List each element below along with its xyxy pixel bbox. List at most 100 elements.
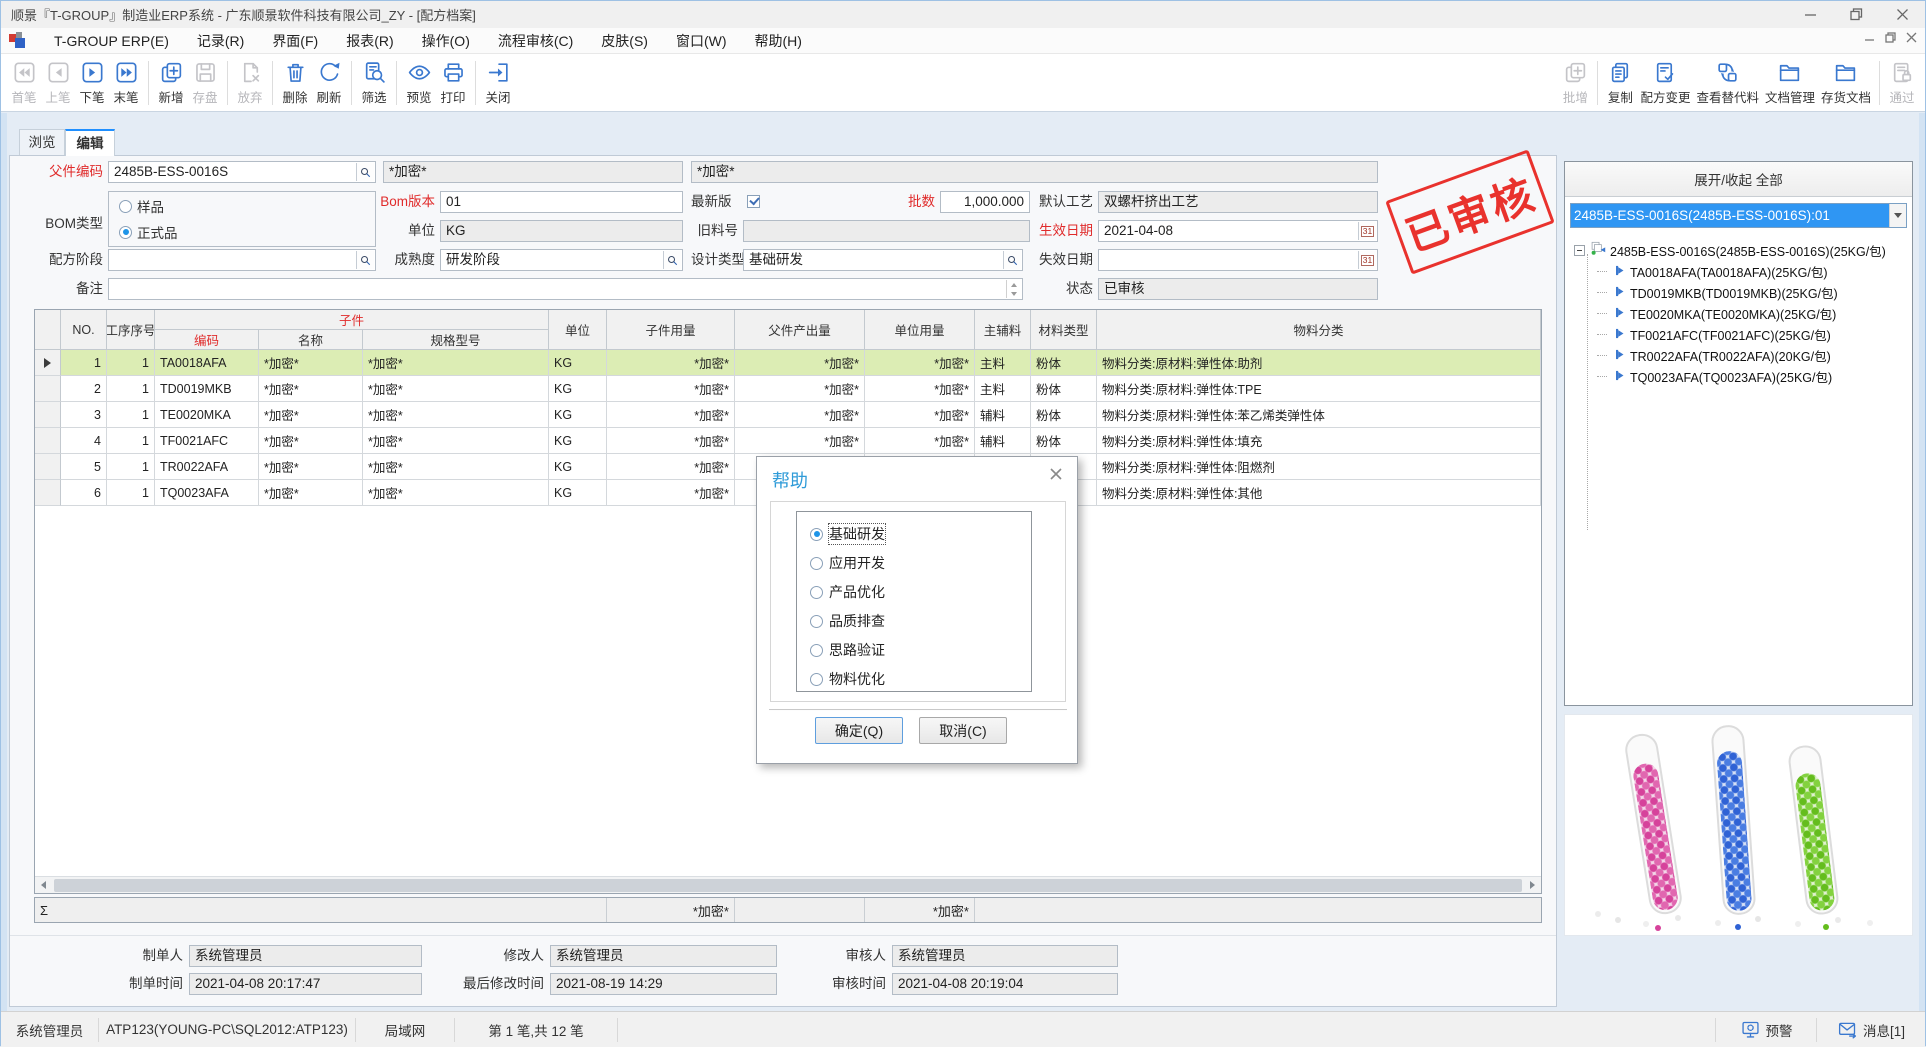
maturity-lookup-icon[interactable] [663, 251, 681, 269]
cell-spec[interactable]: *加密* [363, 376, 549, 402]
cell-step[interactable]: 1 [107, 402, 155, 428]
cell-main-aux[interactable]: 辅料 [975, 402, 1031, 428]
cell-child-qty[interactable]: *加密* [607, 454, 735, 480]
cell-no[interactable]: 4 [61, 428, 107, 454]
message-button[interactable]: 消息[1] [1817, 1012, 1925, 1047]
restore-button[interactable] [1833, 1, 1879, 28]
menu-skin[interactable]: 皮肤(S) [587, 28, 662, 54]
cell-unit[interactable]: KG [549, 376, 607, 402]
cell-name[interactable]: *加密* [259, 376, 363, 402]
cell-unit[interactable]: KG [549, 428, 607, 454]
cell-child-qty[interactable]: *加密* [607, 350, 735, 376]
cell-spec[interactable]: *加密* [363, 428, 549, 454]
cell-name[interactable]: *加密* [259, 428, 363, 454]
table-row[interactable]: 2 1 TD0019MKB *加密* *加密* KG *加密* *加密* *加密… [35, 376, 1541, 402]
tree-item[interactable]: TQ0023AFA(TQ0023AFA)(25KG/包) [1597, 367, 1832, 386]
close-button[interactable] [1879, 1, 1925, 28]
tree-item[interactable]: TF0021AFC(TF0021AFC)(25KG/包) [1597, 325, 1831, 344]
print-button[interactable]: 打印 [436, 57, 470, 108]
option-basic-rd[interactable]: 基础研发 [810, 524, 885, 544]
cell-step[interactable]: 1 [107, 480, 155, 506]
option-idea-verify[interactable]: 思路验证 [810, 640, 885, 660]
cell-no[interactable]: 1 [61, 350, 107, 376]
header-name[interactable]: 名称 [259, 330, 363, 350]
batch-field[interactable]: 1,000.000 [940, 191, 1030, 213]
bom-version-field[interactable]: 01 [440, 191, 683, 213]
menu-interface[interactable]: 界面(F) [258, 28, 332, 54]
cell-material-class[interactable]: 物料分类:原材料:弹性体:填充 [1097, 428, 1541, 454]
cell-material-class[interactable]: 物料分类:原材料:弹性体:助剂 [1097, 350, 1541, 376]
cell-spec[interactable]: *加密* [363, 454, 549, 480]
cell-name[interactable]: *加密* [259, 454, 363, 480]
header-step[interactable]: 工序序号 [107, 310, 155, 350]
header-main-aux[interactable]: 主辅料 [975, 310, 1031, 350]
cell-code[interactable]: TE0020MKA [155, 402, 259, 428]
scroll-right-icon[interactable] [1524, 877, 1541, 894]
copy-button[interactable]: 复制 [1603, 57, 1637, 108]
scrollbar-thumb[interactable] [54, 879, 1522, 892]
alert-button[interactable]: 预警 [1716, 1012, 1816, 1047]
tree-item[interactable]: TA0018AFA(TA0018AFA)(25KG/包) [1597, 262, 1828, 281]
preview-button[interactable]: 预览 [402, 57, 436, 108]
filter-button[interactable]: 筛选 [357, 57, 391, 108]
cell-material-type[interactable]: 粉体 [1031, 350, 1097, 376]
cell-spec[interactable]: *加密* [363, 402, 549, 428]
horizontal-scrollbar[interactable] [35, 876, 1541, 893]
cell-code[interactable]: TD0019MKB [155, 376, 259, 402]
header-code[interactable]: 编码 [155, 330, 259, 350]
cell-material-type[interactable]: 粉体 [1031, 402, 1097, 428]
mdi-close-icon[interactable] [1906, 32, 1917, 43]
menu-record[interactable]: 记录(R) [183, 28, 258, 54]
design-type-lookup-icon[interactable] [1003, 251, 1021, 269]
tab-browse[interactable]: 浏览 [19, 129, 65, 156]
scroll-left-icon[interactable] [35, 877, 52, 894]
maturity-field[interactable]: 研发阶段 [440, 249, 683, 271]
cell-name[interactable]: *加密* [259, 402, 363, 428]
cell-step[interactable]: 1 [107, 350, 155, 376]
view-substitute-button[interactable]: 查看替代料 [1693, 57, 1762, 108]
cell-main-aux[interactable]: 辅料 [975, 428, 1031, 454]
cell-step[interactable]: 1 [107, 454, 155, 480]
tree-root[interactable]: 2485B-ESS-0016S(2485B-ESS-0016S)(25KG/包) [1574, 240, 1886, 260]
cell-code[interactable]: TQ0023AFA [155, 480, 259, 506]
header-parent-output[interactable]: 父件产出量 [735, 310, 865, 350]
cell-material-type[interactable]: 粉体 [1031, 428, 1097, 454]
bom-type-sample-option[interactable]: 样品 [119, 196, 164, 216]
cell-no[interactable]: 5 [61, 454, 107, 480]
menu-help[interactable]: 帮助(H) [741, 28, 816, 54]
cell-unit-qty[interactable]: *加密* [865, 402, 975, 428]
doc-manage-button[interactable]: 文档管理 [1762, 57, 1818, 108]
cell-material-class[interactable]: 物料分类:原材料:弹性体:TPE [1097, 376, 1541, 402]
collapse-icon[interactable] [1574, 245, 1585, 256]
parent-code-field[interactable]: 2485B-ESS-0016S [108, 161, 376, 183]
header-child-group[interactable]: 子件 [155, 310, 549, 330]
tab-edit[interactable]: 编辑 [65, 129, 115, 156]
table-row[interactable]: 4 1 TF0021AFC *加密* *加密* KG *加密* *加密* *加密… [35, 428, 1541, 454]
mdi-minimize-icon[interactable] [1864, 32, 1875, 43]
cell-no[interactable]: 2 [61, 376, 107, 402]
refresh-button[interactable]: 刷新 [312, 57, 346, 108]
last-record-button[interactable]: 末笔 [109, 57, 143, 108]
tree-item[interactable]: TE0020MKA(TE0020MKA)(25KG/包) [1597, 304, 1836, 323]
cell-material-class[interactable]: 物料分类:原材料:弹性体:阻燃剂 [1097, 454, 1541, 480]
cell-name[interactable]: *加密* [259, 350, 363, 376]
cell-parent-output[interactable]: *加密* [735, 350, 865, 376]
cell-unit[interactable]: KG [549, 454, 607, 480]
cell-spec[interactable]: *加密* [363, 350, 549, 376]
tree-item[interactable]: TR0022AFA(TR0022AFA)(20KG/包) [1597, 346, 1831, 365]
header-material-class[interactable]: 物料分类 [1097, 310, 1541, 350]
cell-unit-qty[interactable]: *加密* [865, 376, 975, 402]
combo-dropdown-icon[interactable] [1889, 204, 1906, 227]
cell-name[interactable]: *加密* [259, 480, 363, 506]
ok-button[interactable]: 确定(Q) [815, 717, 903, 744]
effective-date-field[interactable]: 2021-04-08 31 [1098, 220, 1378, 242]
cell-unit[interactable]: KG [549, 480, 607, 506]
design-type-field[interactable]: 基础研发 [743, 249, 1023, 271]
cell-unit-qty[interactable]: *加密* [865, 350, 975, 376]
cell-parent-output[interactable]: *加密* [735, 402, 865, 428]
cell-main-aux[interactable]: 主料 [975, 376, 1031, 402]
cell-child-qty[interactable]: *加密* [607, 402, 735, 428]
option-material-opt[interactable]: 物料优化 [810, 669, 885, 689]
calendar-icon[interactable]: 31 [1358, 251, 1376, 269]
cell-code[interactable]: TA0018AFA [155, 350, 259, 376]
